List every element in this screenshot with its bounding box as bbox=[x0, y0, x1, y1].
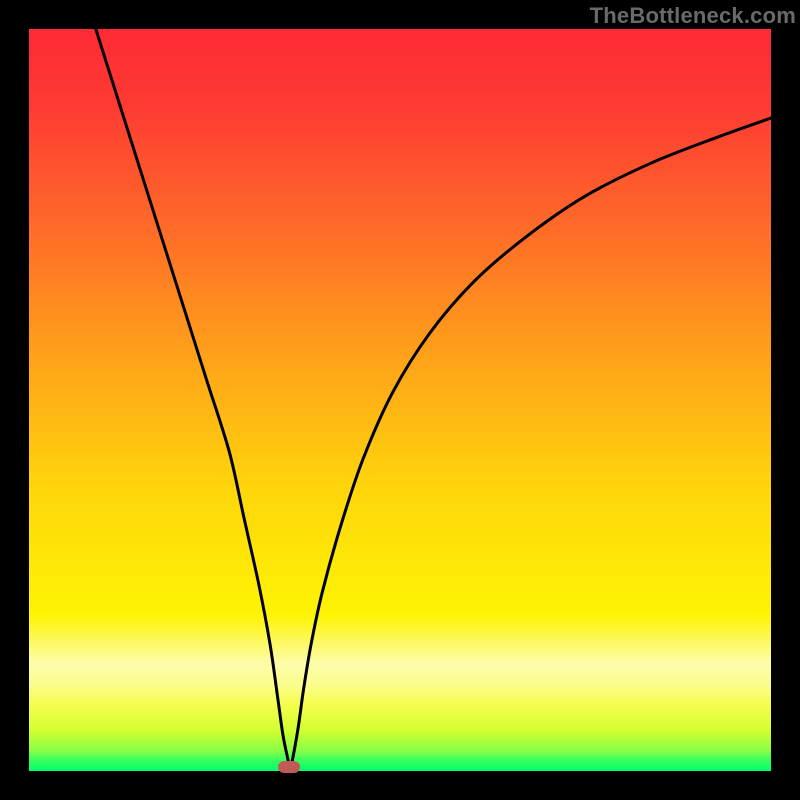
gradient-background bbox=[29, 29, 771, 771]
chart-frame bbox=[29, 29, 771, 771]
watermark-label: TheBottleneck.com bbox=[590, 3, 796, 29]
